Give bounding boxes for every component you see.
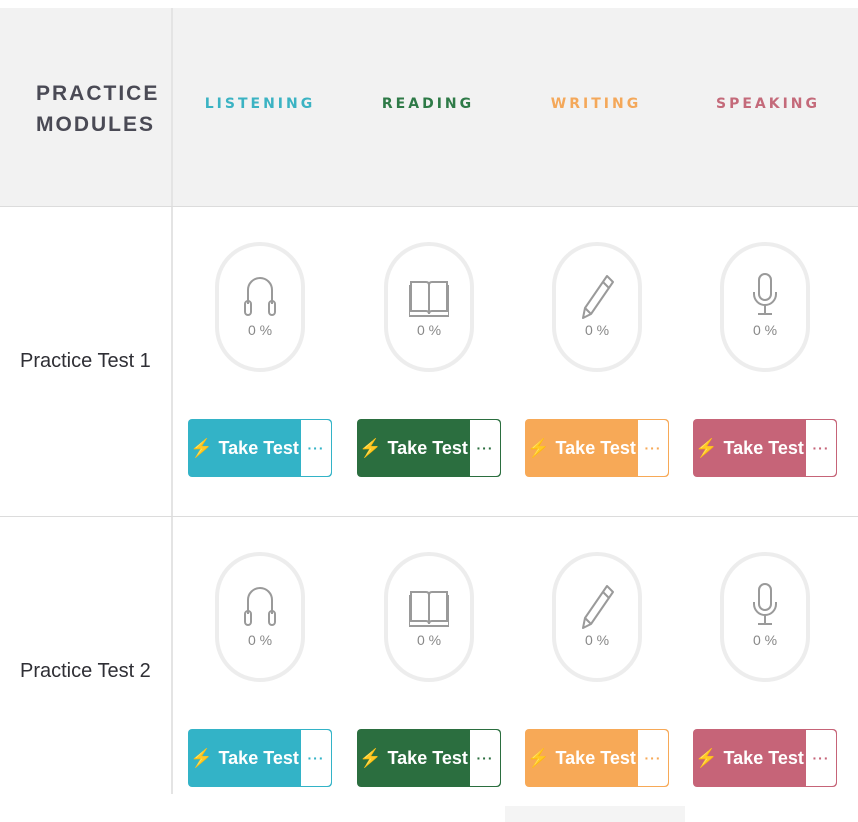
lightning-icon: ⚡ [359, 747, 382, 768]
progress-circle-writing: 0 % [552, 552, 642, 682]
take-test-main[interactable]: ⚡ Take Test [693, 729, 806, 787]
progress-circle-reading: 0 % [384, 552, 474, 682]
progress-circle-listening: 0 % [215, 552, 305, 682]
row-divider [0, 516, 858, 517]
lightning-icon: ⚡ [359, 437, 382, 458]
take-test-button-listening-2[interactable]: ⚡ Take Test ··· [188, 729, 332, 787]
column-header-reading: READING [381, 96, 475, 112]
more-options-button[interactable]: ··· [806, 420, 836, 476]
microphone-icon [753, 273, 777, 315]
lightning-icon: ⚡ [527, 747, 550, 768]
lightning-icon: ⚡ [695, 747, 718, 768]
take-test-main[interactable]: ⚡ Take Test [525, 419, 638, 477]
take-test-main[interactable]: ⚡ Take Test [357, 729, 470, 787]
take-test-main[interactable]: ⚡ Take Test [357, 419, 470, 477]
progress-value: 0 % [247, 322, 273, 338]
take-test-main[interactable]: ⚡ Take Test [525, 729, 638, 787]
take-test-main[interactable]: ⚡ Take Test [188, 729, 301, 787]
module-title: PRACTICE MODULES [36, 82, 160, 136]
lightning-icon: ⚡ [190, 747, 213, 768]
progress-value: 0 % [416, 632, 442, 648]
progress-value: 0 % [752, 322, 778, 338]
lightning-icon: ⚡ [190, 437, 213, 458]
row-divider [0, 206, 858, 207]
take-test-label: Take Test [555, 437, 636, 458]
take-test-label: Take Test [218, 747, 299, 768]
take-test-button-writing-2[interactable]: ⚡ Take Test ··· [525, 729, 669, 787]
column-header-listening: LISTENING [204, 96, 316, 112]
progress-circle-writing: 0 % [552, 242, 642, 372]
more-options-button[interactable]: ··· [806, 730, 836, 786]
progress-value: 0 % [752, 632, 778, 648]
take-test-button-reading-1[interactable]: ⚡ Take Test ··· [357, 419, 501, 477]
more-options-button[interactable]: ··· [470, 730, 500, 786]
pencil-icon [582, 275, 614, 319]
progress-value: 0 % [584, 632, 610, 648]
lightning-icon: ⚡ [695, 437, 718, 458]
headphones-icon [244, 587, 276, 626]
progress-circle-speaking: 0 % [720, 552, 810, 682]
take-test-label: Take Test [387, 747, 468, 768]
progress-circle-reading: 0 % [384, 242, 474, 372]
column-header-writing: WRITING [550, 96, 642, 112]
take-test-main[interactable]: ⚡ Take Test [693, 419, 806, 477]
more-options-button[interactable]: ··· [638, 730, 668, 786]
lightning-icon: ⚡ [527, 437, 550, 458]
take-test-button-speaking-2[interactable]: ⚡ Take Test ··· [693, 729, 837, 787]
progress-value: 0 % [247, 632, 273, 648]
take-test-label: Take Test [723, 747, 804, 768]
take-test-label: Take Test [723, 437, 804, 458]
column-header-speaking: SPEAKING [715, 96, 820, 112]
column-divider [171, 8, 173, 794]
row-label-practice-test-1: Practice Test 1 [20, 350, 151, 372]
take-test-button-reading-2[interactable]: ⚡ Take Test ··· [357, 729, 501, 787]
take-test-main[interactable]: ⚡ Take Test [188, 419, 301, 477]
more-options-button[interactable]: ··· [301, 420, 331, 476]
microphone-icon [753, 583, 777, 625]
book-icon [409, 591, 449, 627]
take-test-label: Take Test [387, 437, 468, 458]
row-label-practice-test-2: Practice Test 2 [20, 660, 151, 682]
headphones-icon [244, 277, 276, 316]
pencil-icon [582, 585, 614, 629]
take-test-label: Take Test [218, 437, 299, 458]
book-icon [409, 281, 449, 317]
take-test-button-speaking-1[interactable]: ⚡ Take Test ··· [693, 419, 837, 477]
more-options-button[interactable]: ··· [470, 420, 500, 476]
more-options-button[interactable]: ··· [638, 420, 668, 476]
take-test-button-listening-1[interactable]: ⚡ Take Test ··· [188, 419, 332, 477]
more-options-button[interactable]: ··· [301, 730, 331, 786]
tooltip-shadow [505, 806, 685, 822]
take-test-button-writing-1[interactable]: ⚡ Take Test ··· [525, 419, 669, 477]
take-test-label: Take Test [555, 747, 636, 768]
progress-circle-speaking: 0 % [720, 242, 810, 372]
progress-value: 0 % [416, 322, 442, 338]
practice-modules-table: PRACTICE MODULES LISTENING READING WRITI… [0, 0, 858, 822]
progress-value: 0 % [584, 322, 610, 338]
progress-circle-listening: 0 % [215, 242, 305, 372]
